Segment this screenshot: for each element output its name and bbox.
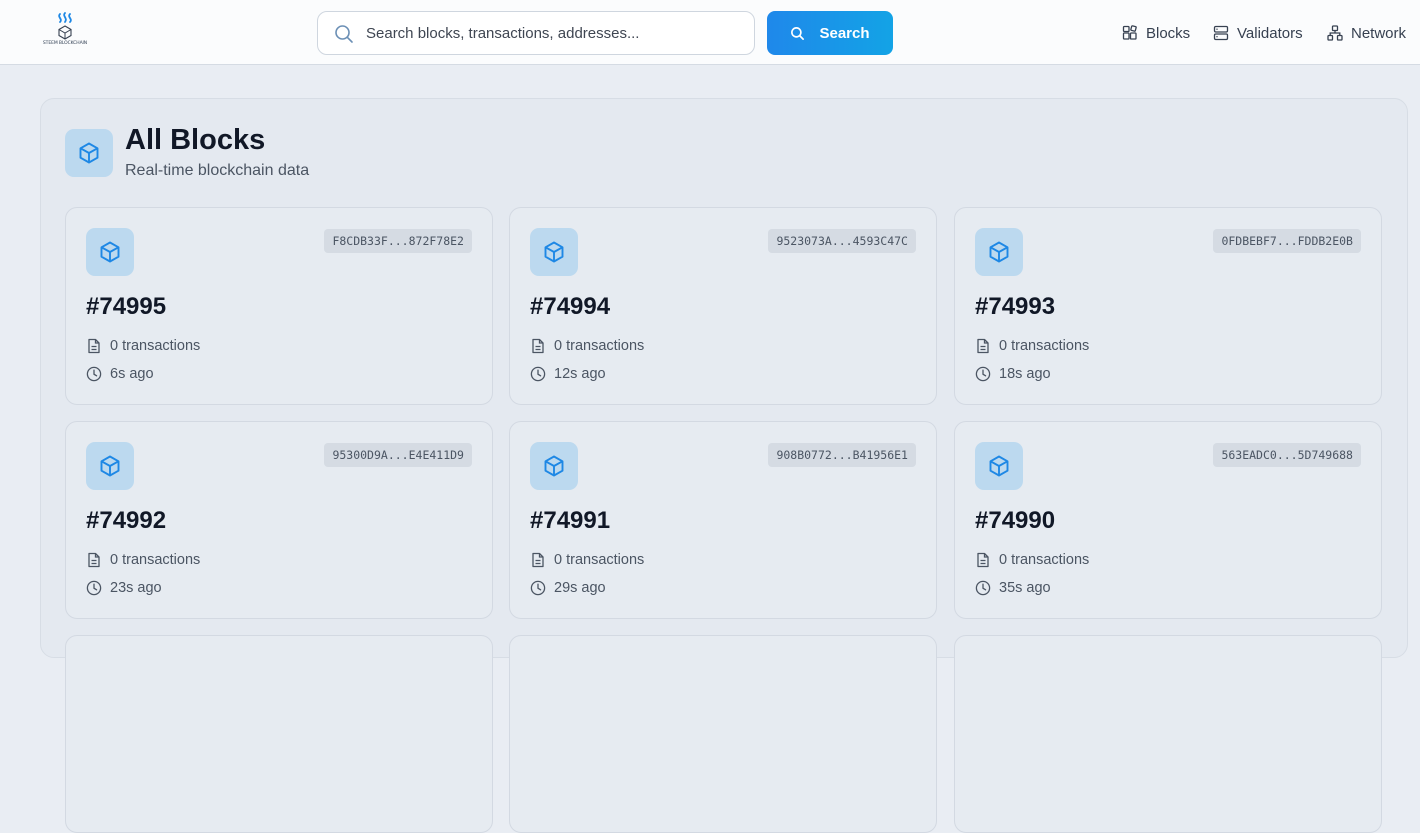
nav-validators[interactable]: Validators bbox=[1213, 22, 1303, 44]
block-card[interactable]: 0FDBEBF7...FDDB2E0B #74993 0 transaction… bbox=[954, 207, 1382, 405]
block-hash[interactable]: F8CDB33F...872F78E2 bbox=[324, 229, 472, 253]
clock-icon bbox=[975, 580, 991, 596]
nav-network[interactable]: Network bbox=[1327, 22, 1406, 44]
search-button-label: Search bbox=[819, 24, 870, 42]
document-icon bbox=[88, 552, 100, 568]
block-number: #74992 bbox=[86, 507, 167, 534]
transactions-count: 0 transactions bbox=[999, 552, 1090, 568]
document-icon bbox=[977, 552, 989, 568]
block-age: 18s ago bbox=[999, 366, 1051, 382]
top-navbar: STEEM BLOCKCHAIN Search Blocks V bbox=[0, 0, 1420, 65]
transactions-count: 0 transactions bbox=[999, 338, 1090, 354]
clock-icon bbox=[86, 366, 102, 382]
age-row: 35s ago bbox=[975, 578, 1051, 598]
server-icon bbox=[1213, 25, 1229, 41]
transactions-row: 0 transactions bbox=[530, 550, 644, 570]
block-number: #74994 bbox=[530, 293, 611, 320]
search-button[interactable]: Search bbox=[767, 11, 893, 55]
age-row: 23s ago bbox=[86, 578, 162, 598]
transactions-count: 0 transactions bbox=[110, 338, 201, 354]
block-card[interactable] bbox=[509, 635, 937, 833]
block-age: 6s ago bbox=[110, 366, 154, 382]
cube-icon bbox=[65, 129, 113, 177]
block-hash[interactable]: 0FDBEBF7...FDDB2E0B bbox=[1213, 229, 1361, 253]
block-number: #74991 bbox=[530, 507, 611, 534]
block-hash[interactable]: 9523073A...4593C47C bbox=[768, 229, 916, 253]
block-number: #74995 bbox=[86, 293, 167, 320]
clock-icon bbox=[530, 366, 546, 382]
block-hash[interactable]: 563EADC0...5D749688 bbox=[1213, 443, 1361, 467]
block-age: 12s ago bbox=[554, 366, 606, 382]
age-row: 6s ago bbox=[86, 364, 154, 384]
document-icon bbox=[532, 338, 544, 354]
steem-logo-icon[interactable]: STEEM BLOCKCHAIN bbox=[42, 12, 88, 54]
block-card[interactable]: F8CDB33F...872F78E2 #74995 0 transaction… bbox=[65, 207, 493, 405]
block-card[interactable] bbox=[954, 635, 1382, 833]
logo-text: STEEM BLOCKCHAIN bbox=[42, 41, 88, 46]
transactions-count: 0 transactions bbox=[554, 338, 645, 354]
block-card[interactable]: 563EADC0...5D749688 #74990 0 transaction… bbox=[954, 421, 1382, 619]
cube-icon bbox=[530, 442, 578, 490]
transactions-row: 0 transactions bbox=[86, 336, 200, 356]
clock-icon bbox=[975, 366, 991, 382]
block-hash[interactable]: 908B0772...B41956E1 bbox=[768, 443, 916, 467]
blocks-icon bbox=[1122, 25, 1137, 40]
nav-blocks-label: Blocks bbox=[1146, 24, 1191, 42]
nav-blocks[interactable]: Blocks bbox=[1122, 22, 1190, 44]
block-number: #74993 bbox=[975, 293, 1056, 320]
block-age: 23s ago bbox=[110, 580, 162, 596]
age-row: 29s ago bbox=[530, 578, 606, 598]
age-row: 18s ago bbox=[975, 364, 1051, 384]
transactions-row: 0 transactions bbox=[530, 336, 644, 356]
block-age: 29s ago bbox=[554, 580, 606, 596]
search-icon bbox=[335, 25, 353, 43]
search-icon bbox=[791, 26, 805, 40]
block-card[interactable]: 95300D9A...E4E411D9 #74992 0 transaction… bbox=[65, 421, 493, 619]
clock-icon bbox=[86, 580, 102, 596]
block-card[interactable] bbox=[65, 635, 493, 833]
transactions-count: 0 transactions bbox=[110, 552, 201, 568]
document-icon bbox=[532, 552, 544, 568]
clock-icon bbox=[530, 580, 546, 596]
page-subtitle: Real-time blockchain data bbox=[125, 162, 310, 179]
block-card[interactable]: 9523073A...4593C47C #74994 0 transaction… bbox=[509, 207, 937, 405]
cube-icon bbox=[530, 228, 578, 276]
cube-icon bbox=[86, 442, 134, 490]
page-title: All Blocks bbox=[125, 124, 266, 156]
document-icon bbox=[977, 338, 989, 354]
cube-icon bbox=[975, 442, 1023, 490]
cube-icon bbox=[86, 228, 134, 276]
document-icon bbox=[88, 338, 100, 354]
search-input[interactable] bbox=[366, 12, 746, 54]
search-box[interactable] bbox=[317, 11, 755, 55]
blocks-panel: All Blocks Real-time blockchain data F8C… bbox=[40, 98, 1408, 833]
block-card[interactable]: 908B0772...B41956E1 #74991 0 transaction… bbox=[509, 421, 937, 619]
network-icon bbox=[1327, 25, 1343, 41]
block-number: #74990 bbox=[975, 507, 1056, 534]
transactions-row: 0 transactions bbox=[86, 550, 200, 570]
transactions-row: 0 transactions bbox=[975, 550, 1089, 570]
block-hash[interactable]: 95300D9A...E4E411D9 bbox=[324, 443, 472, 467]
age-row: 12s ago bbox=[530, 364, 606, 384]
nav-network-label: Network bbox=[1351, 24, 1407, 42]
transactions-count: 0 transactions bbox=[554, 552, 645, 568]
block-age: 35s ago bbox=[999, 580, 1051, 596]
transactions-row: 0 transactions bbox=[975, 336, 1089, 356]
cube-icon bbox=[975, 228, 1023, 276]
nav-validators-label: Validators bbox=[1237, 24, 1303, 42]
